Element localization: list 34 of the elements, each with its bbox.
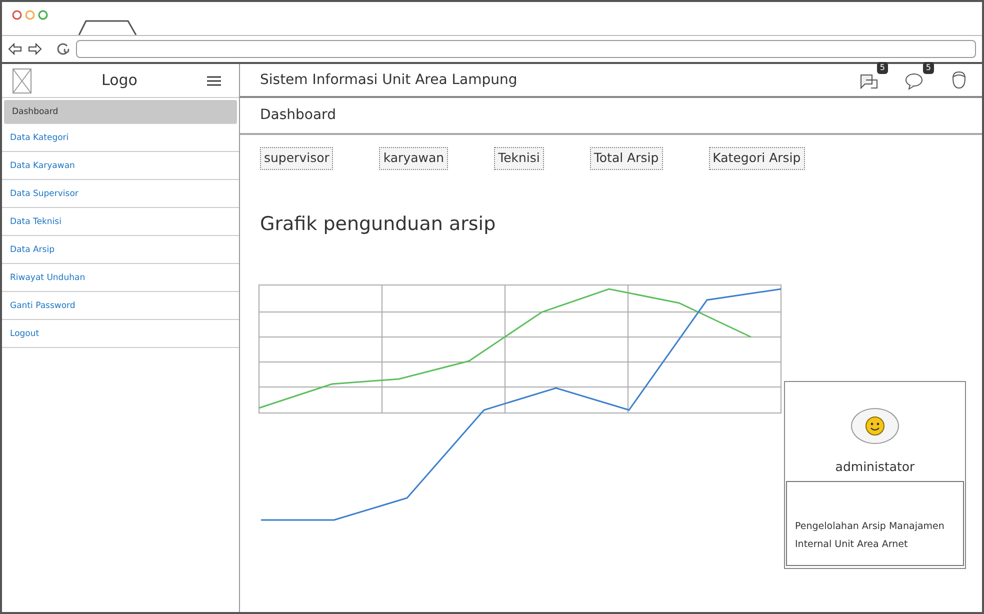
forward-icon[interactable] bbox=[28, 43, 42, 55]
sidebar-item[interactable]: Data Kategori bbox=[2, 124, 239, 152]
sidebar-item[interactable]: Data Arsip bbox=[2, 236, 239, 264]
stat-label: karyawan bbox=[379, 147, 448, 170]
stat-label: Kategori Arsip bbox=[708, 147, 805, 170]
window-dot-icon[interactable] bbox=[12, 10, 22, 20]
menu-icon[interactable] bbox=[206, 74, 221, 86]
reload-icon[interactable] bbox=[56, 42, 70, 56]
logo-placeholder-icon bbox=[12, 68, 32, 94]
app-title: Sistem Informasi Unit Area Lampung bbox=[260, 70, 518, 90]
sidebar-item[interactable]: Ganti Password bbox=[2, 292, 239, 320]
user-name: administator bbox=[835, 458, 915, 476]
window-dot-icon[interactable] bbox=[38, 10, 48, 20]
description-box: Pengelolahan Arsip Manajamen Internal Unit Area Arnet bbox=[786, 481, 964, 566]
back-icon[interactable] bbox=[8, 43, 22, 55]
chart-title: Grafik pengunduan arsip bbox=[260, 212, 496, 235]
sidebar-item[interactable]: Data Supervisor bbox=[2, 180, 239, 208]
sidebar-item[interactable]: Data Karyawan bbox=[2, 152, 239, 180]
count-badge: 5 bbox=[876, 62, 888, 74]
sidebar-item[interactable]: Logout bbox=[2, 320, 239, 348]
user-icon[interactable] bbox=[950, 70, 968, 90]
smiley-icon bbox=[865, 416, 885, 436]
stat-label: Total Arsip bbox=[590, 147, 663, 170]
window-dot-icon[interactable] bbox=[25, 10, 35, 20]
browser-tab[interactable] bbox=[78, 19, 138, 35]
address-field[interactable] bbox=[76, 40, 976, 58]
count-badge: 5 bbox=[922, 62, 934, 74]
sidebar-item[interactable]: Riwayat Unduhan bbox=[2, 264, 239, 292]
stat-label: supervisor bbox=[260, 147, 334, 170]
sidebar-item[interactable]: Dashboard bbox=[4, 100, 237, 124]
stat-label: Teknisi bbox=[494, 147, 544, 170]
logo-text: Logo bbox=[102, 70, 138, 92]
sidebar-item[interactable]: Data Teknisi bbox=[2, 208, 239, 236]
breadcrumb: Dashboard bbox=[260, 106, 336, 125]
